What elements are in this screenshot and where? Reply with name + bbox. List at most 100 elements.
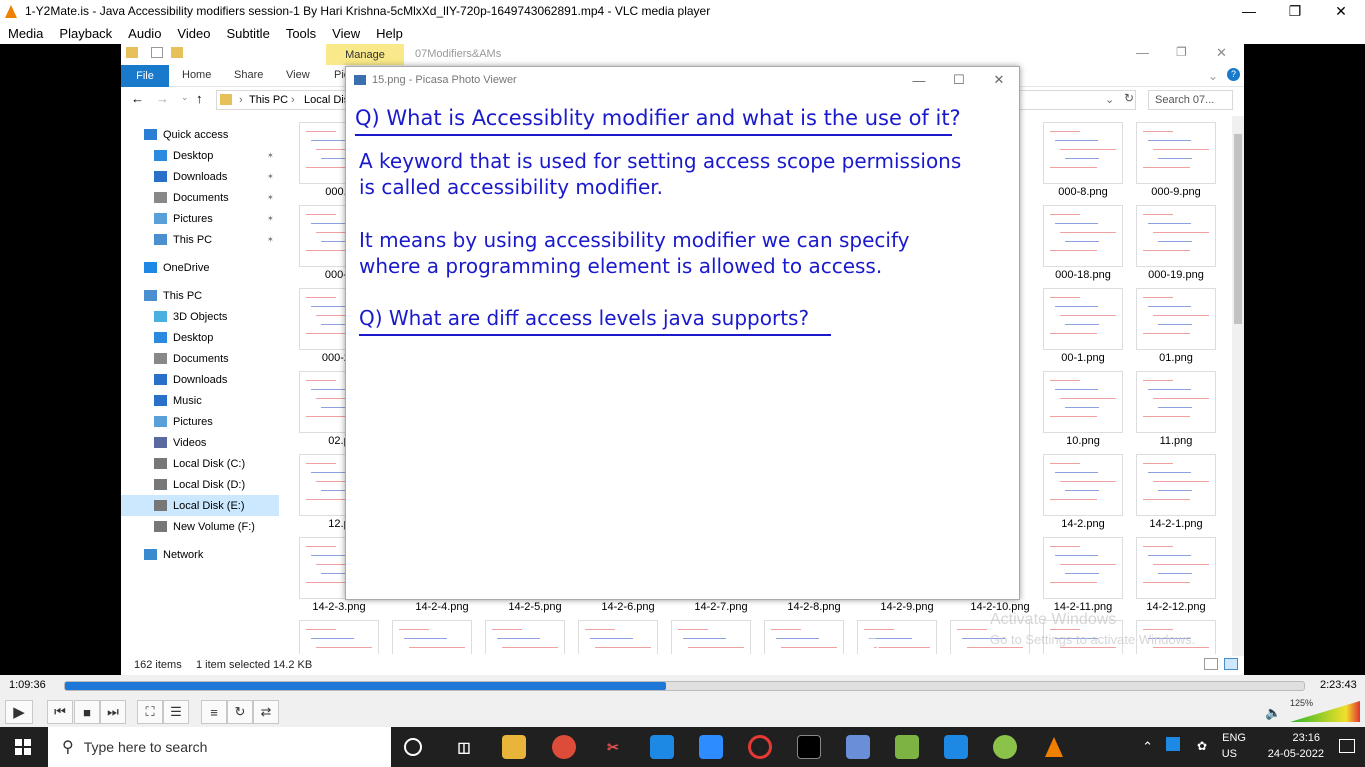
- file-name[interactable]: 14-2-4.png: [392, 601, 492, 613]
- file-thumbnail[interactable]: [1136, 122, 1216, 184]
- picasa-taskbar-icon[interactable]: [846, 735, 870, 759]
- file-thumbnail[interactable]: [764, 620, 844, 654]
- new-folder-icon[interactable]: [171, 47, 183, 58]
- file-name[interactable]: 14-2.png: [1033, 518, 1133, 530]
- recent-icon[interactable]: ⌄: [181, 92, 189, 103]
- nav-item[interactable]: 3D Objects: [121, 306, 279, 327]
- playlist-button[interactable]: ≡: [201, 700, 227, 724]
- file-thumbnail[interactable]: [1136, 454, 1216, 516]
- speaker-icon[interactable]: 🔈: [1265, 705, 1281, 721]
- menu-tools[interactable]: Tools: [278, 26, 324, 41]
- nav-item[interactable]: Local Disk (D:): [121, 474, 279, 495]
- menu-subtitle[interactable]: Subtitle: [218, 26, 277, 41]
- cortana-icon[interactable]: [404, 738, 422, 756]
- notifications-icon[interactable]: [1339, 739, 1355, 753]
- menu-playback[interactable]: Playback: [51, 26, 120, 41]
- search-input[interactable]: Search 07...: [1148, 90, 1233, 110]
- file-thumbnail[interactable]: [299, 620, 379, 654]
- notepad-plus-icon[interactable]: [993, 735, 1017, 759]
- file-name[interactable]: 14-2-8.png: [764, 601, 864, 613]
- file-thumbnail[interactable]: [1136, 205, 1216, 267]
- back-icon[interactable]: ←: [131, 91, 144, 106]
- stop-button[interactable]: ■: [74, 700, 100, 724]
- file-name[interactable]: 000-9.png: [1126, 186, 1226, 198]
- sticky-notes-icon[interactable]: [797, 735, 821, 759]
- file-name[interactable]: 00-1.png: [1033, 352, 1133, 364]
- zoom-icon[interactable]: [699, 735, 723, 759]
- file-thumbnail[interactable]: [1136, 371, 1216, 433]
- nav-item[interactable]: Network: [121, 544, 279, 565]
- show-hidden-icons[interactable]: ⌃: [1142, 739, 1153, 755]
- seek-bar[interactable]: [64, 681, 1305, 691]
- file-thumbnail[interactable]: [392, 620, 472, 654]
- properties-icon[interactable]: [151, 47, 163, 58]
- file-thumbnail[interactable]: [485, 620, 565, 654]
- nav-item[interactable]: Downloads: [121, 369, 279, 390]
- nav-item[interactable]: Documents: [121, 348, 279, 369]
- restore-icon[interactable]: ❐: [1272, 0, 1318, 22]
- menu-view[interactable]: View: [324, 26, 368, 41]
- clock-time[interactable]: 23:16: [1260, 732, 1320, 744]
- spreadsheet-icon[interactable]: [895, 735, 919, 759]
- explorer-minimize-icon[interactable]: —: [1136, 45, 1149, 60]
- file-thumbnail[interactable]: [1136, 537, 1216, 599]
- thumbnails-view-icon[interactable]: [1224, 658, 1238, 670]
- file-scrollbar[interactable]: [1232, 116, 1244, 656]
- fullscreen-button[interactable]: ⛶: [137, 700, 163, 724]
- nav-item[interactable]: Documents ✶: [121, 187, 279, 208]
- file-name[interactable]: 14-2-3.png: [299, 601, 389, 613]
- up-icon[interactable]: ↑: [196, 91, 203, 106]
- manage-tab[interactable]: Manage: [326, 44, 404, 65]
- file-name[interactable]: 11.png: [1126, 435, 1226, 447]
- tray-app-icon[interactable]: [1166, 737, 1180, 751]
- close-icon[interactable]: ✕: [1318, 0, 1364, 22]
- expand-ribbon-icon[interactable]: ⌄: [1208, 69, 1218, 83]
- menu-video[interactable]: Video: [169, 26, 218, 41]
- menu-help[interactable]: Help: [368, 26, 411, 41]
- task-view-icon[interactable]: ◫: [452, 735, 476, 759]
- file-thumbnail[interactable]: [1043, 454, 1123, 516]
- ribbon-tab-share[interactable]: Share: [234, 69, 263, 81]
- file-thumbnail[interactable]: [578, 620, 658, 654]
- file-name[interactable]: 01.png: [1126, 352, 1226, 364]
- nav-item[interactable]: OneDrive: [121, 257, 279, 278]
- nav-item[interactable]: Pictures: [121, 411, 279, 432]
- file-name[interactable]: 14-2-1.png: [1126, 518, 1226, 530]
- nav-item[interactable]: Local Disk (E:): [121, 495, 279, 516]
- file-thumbnail[interactable]: [1043, 205, 1123, 267]
- file-name[interactable]: 000-8.png: [1033, 186, 1133, 198]
- ribbon-tab-view[interactable]: View: [286, 69, 310, 81]
- play-button[interactable]: ▶: [5, 700, 33, 724]
- file-name[interactable]: 10.png: [1033, 435, 1133, 447]
- nav-item[interactable]: Videos: [121, 432, 279, 453]
- file-name[interactable]: 000-18.png: [1033, 269, 1133, 281]
- nav-item[interactable]: New Volume (F:): [121, 516, 279, 537]
- photos-icon[interactable]: [944, 735, 968, 759]
- nav-item[interactable]: Quick access: [121, 124, 279, 145]
- loop-button[interactable]: ↻: [227, 700, 253, 724]
- chrome-icon[interactable]: [552, 735, 576, 759]
- snipping-tool-icon[interactable]: ✂: [601, 735, 625, 759]
- details-view-icon[interactable]: [1204, 658, 1218, 670]
- help-icon[interactable]: ?: [1227, 68, 1240, 81]
- explorer-restore-icon[interactable]: ❐: [1176, 45, 1187, 59]
- file-thumbnail[interactable]: [1043, 537, 1123, 599]
- file-thumbnail[interactable]: [1043, 122, 1123, 184]
- refresh-icon[interactable]: ↻: [1124, 91, 1134, 105]
- nav-item[interactable]: Local Disk (C:): [121, 453, 279, 474]
- menu-audio[interactable]: Audio: [120, 26, 169, 41]
- address-dropdown-icon[interactable]: ⌄: [1105, 93, 1114, 106]
- nav-item[interactable]: Pictures ✶: [121, 208, 279, 229]
- video-area[interactable]: Manage 07Modifiers&AMs — ❐ ✕ File Home S…: [0, 44, 1365, 675]
- shuffle-button[interactable]: ⇄: [253, 700, 279, 724]
- breadcrumb-local-disk[interactable]: Local Dis: [304, 94, 349, 106]
- file-name[interactable]: 14-2-5.png: [485, 601, 585, 613]
- scroll-thumb[interactable]: [1234, 134, 1242, 324]
- nav-item[interactable]: Desktop ✶: [121, 145, 279, 166]
- file-name[interactable]: 000-19.png: [1126, 269, 1226, 281]
- file-name[interactable]: 14-2-9.png: [857, 601, 957, 613]
- clock-date[interactable]: 24-05-2022: [1254, 748, 1324, 760]
- nav-item[interactable]: This PC: [121, 285, 279, 306]
- nav-item[interactable]: This PC ✶: [121, 229, 279, 250]
- nav-item[interactable]: Downloads ✶: [121, 166, 279, 187]
